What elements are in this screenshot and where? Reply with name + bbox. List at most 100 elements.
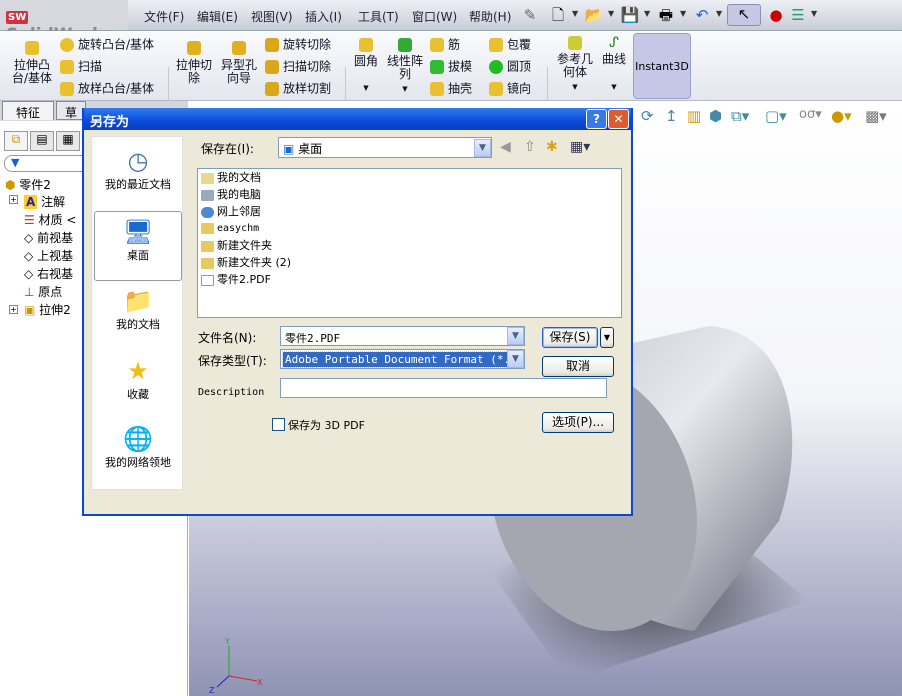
- save-icon[interactable]: 💾: [620, 6, 640, 24]
- view-orientation-icon[interactable]: ⬢: [709, 107, 722, 125]
- mirror-button[interactable]: 镜向: [489, 82, 531, 96]
- file-item[interactable]: 我的电脑: [201, 188, 261, 202]
- save-options-dropdown[interactable]: ▼: [600, 327, 614, 348]
- tree-item-front-plane[interactable]: ◇ 前视基: [24, 229, 73, 246]
- rib-button[interactable]: 筋: [430, 38, 460, 52]
- scene-icon[interactable]: ▩▾: [865, 107, 887, 125]
- menu-window[interactable]: 窗口(W): [412, 8, 457, 25]
- place-favorites[interactable]: ★ 收藏: [94, 357, 182, 401]
- extrude-boss-button[interactable]: 拉伸凸台/基体: [10, 41, 54, 85]
- shell-button[interactable]: 抽壳: [430, 82, 472, 96]
- draft-button[interactable]: 拔模: [430, 60, 472, 74]
- wrap-button[interactable]: 包覆: [489, 38, 531, 52]
- extrude-cut-button[interactable]: 拉伸切除: [174, 41, 214, 85]
- appearance-icon[interactable]: ●▾: [831, 107, 852, 125]
- chevron-down-icon[interactable]: ▼: [474, 139, 491, 157]
- normal-to-icon[interactable]: ↥: [665, 107, 678, 125]
- cancel-button[interactable]: 取消: [542, 356, 614, 377]
- linear-pattern-button[interactable]: 线性阵列 ▼: [386, 38, 424, 96]
- tab-features[interactable]: 特征: [2, 101, 54, 120]
- place-my-documents[interactable]: 📁 我的文档: [94, 287, 182, 331]
- up-folder-icon[interactable]: ⇧: [524, 139, 536, 155]
- file-item[interactable]: 新建文件夹 (2): [201, 256, 291, 270]
- chevron-down-icon[interactable]: ▼: [507, 350, 524, 368]
- loft-cut-button[interactable]: 放样切割: [265, 82, 331, 96]
- tree-item-top-plane[interactable]: ◇ 上视基: [24, 247, 73, 264]
- save-3d-pdf-checkbox[interactable]: [272, 418, 285, 431]
- hide-show-icon[interactable]: ▢▾: [765, 107, 787, 125]
- chevron-down-icon[interactable]: ▼: [811, 9, 817, 18]
- place-recent[interactable]: ◷ 我的最近文档: [94, 147, 182, 191]
- print-icon[interactable]: 🖶: [656, 6, 676, 24]
- pin-icon[interactable]: ✎: [520, 6, 540, 24]
- hole-wizard-button[interactable]: 异型孔向导: [220, 41, 258, 85]
- tree-item-material[interactable]: ☰ 材质 <: [24, 211, 76, 228]
- menu-edit[interactable]: 编辑(E): [197, 8, 238, 25]
- file-item[interactable]: easychm: [201, 222, 259, 236]
- view-menu-icon[interactable]: ▦▾: [570, 139, 590, 155]
- open-folder-icon[interactable]: 📂: [584, 6, 604, 24]
- place-network[interactable]: 🌐 我的网络领地: [94, 425, 182, 469]
- save-3d-pdf-label[interactable]: 保存为 3D PDF: [288, 417, 365, 433]
- options-list-icon[interactable]: ☰: [788, 6, 808, 24]
- file-item[interactable]: 我的文档: [201, 171, 261, 185]
- help-button[interactable]: ?: [586, 109, 607, 129]
- dome-button[interactable]: 圆顶: [489, 60, 531, 74]
- place-desktop[interactable]: 🖥 桌面: [94, 211, 182, 281]
- revolve-cut-button[interactable]: 旋转切除: [265, 38, 331, 52]
- curves-button[interactable]: ᔑ 曲线 ▼: [600, 36, 628, 94]
- instant3d-button[interactable]: Instant3D: [633, 33, 691, 99]
- section-view-icon[interactable]: ▥: [687, 107, 701, 125]
- description-input[interactable]: [280, 378, 607, 398]
- revolve-boss-button[interactable]: 旋转凸台/基体: [60, 38, 154, 52]
- filename-input[interactable]: 零件2.PDF: [280, 326, 525, 346]
- network-icon: [201, 206, 214, 218]
- dome-icon: [489, 60, 503, 74]
- new-document-icon[interactable]: 🗋: [548, 6, 568, 24]
- menu-help[interactable]: 帮助(H): [469, 8, 511, 25]
- feature-tree-tab-icon[interactable]: ⧉: [4, 131, 28, 151]
- select-pointer-icon[interactable]: ↖: [727, 4, 761, 26]
- file-list[interactable]: 我的文档 我的电脑 网上邻居 easychm 新建文件夹 新建文件夹 (2) 零…: [197, 168, 622, 318]
- rotate-view-icon[interactable]: ⟳: [641, 107, 654, 125]
- expand-icon[interactable]: +: [9, 195, 18, 204]
- file-item[interactable]: 新建文件夹: [201, 239, 272, 253]
- file-item[interactable]: 网上邻居: [201, 205, 261, 219]
- options-button[interactable]: 选项(P)...: [542, 412, 614, 433]
- fillet-button[interactable]: 圆角 ▼: [352, 38, 380, 95]
- file-name: 零件2.PDF: [217, 273, 271, 286]
- view-settings-icon[interactable]: oσ▾: [799, 107, 822, 122]
- chevron-down-icon[interactable]: ▼: [680, 9, 686, 18]
- configuration-tab-icon[interactable]: ▦: [56, 131, 80, 151]
- sweep-button[interactable]: 扫描: [60, 60, 102, 74]
- undo-icon[interactable]: ↶: [692, 6, 712, 24]
- tree-item-right-plane[interactable]: ◇ 右视基: [24, 265, 73, 282]
- tree-item-extrude2[interactable]: ▣ 拉伸2: [24, 301, 71, 318]
- property-manager-tab-icon[interactable]: ▤: [30, 131, 54, 151]
- filetype-select[interactable]: Adobe Portable Document Format (*.pdf): [280, 349, 525, 369]
- display-style-icon[interactable]: ⧉▾: [731, 107, 749, 125]
- menu-file[interactable]: 文件(F): [144, 8, 184, 25]
- tree-item-annotations[interactable]: A 注解: [24, 193, 65, 210]
- save-in-combobox[interactable]: ▣ 桌面: [278, 137, 492, 158]
- chevron-down-icon[interactable]: ▼: [644, 9, 650, 18]
- sweep-cut-button[interactable]: 扫描切除: [265, 60, 331, 74]
- tree-item-part[interactable]: ⬢ 零件2: [5, 176, 51, 193]
- menu-tools[interactable]: 工具(T): [358, 8, 399, 25]
- save-button[interactable]: 保存(S): [542, 327, 598, 348]
- chevron-down-icon[interactable]: ▼: [572, 9, 578, 18]
- chevron-down-icon[interactable]: ▼: [608, 9, 614, 18]
- traffic-light-icon[interactable]: ●: [766, 6, 786, 24]
- tree-item-origin[interactable]: ⊥ 原点: [24, 283, 62, 300]
- menu-insert[interactable]: 插入(I): [305, 8, 342, 25]
- chevron-down-icon[interactable]: ▼: [507, 327, 524, 345]
- close-button[interactable]: ✕: [608, 109, 629, 129]
- chevron-down-icon[interactable]: ▼: [716, 9, 722, 18]
- expand-icon[interactable]: +: [9, 305, 18, 314]
- new-folder-icon[interactable]: ✱: [546, 139, 558, 155]
- file-item[interactable]: 零件2.PDF: [201, 273, 271, 287]
- loft-boss-button[interactable]: 放样凸台/基体: [60, 82, 154, 96]
- menu-view[interactable]: 视图(V): [251, 8, 293, 25]
- reference-geometry-button[interactable]: 参考几何体 ▼: [555, 36, 595, 94]
- back-icon[interactable]: ◀: [500, 139, 511, 155]
